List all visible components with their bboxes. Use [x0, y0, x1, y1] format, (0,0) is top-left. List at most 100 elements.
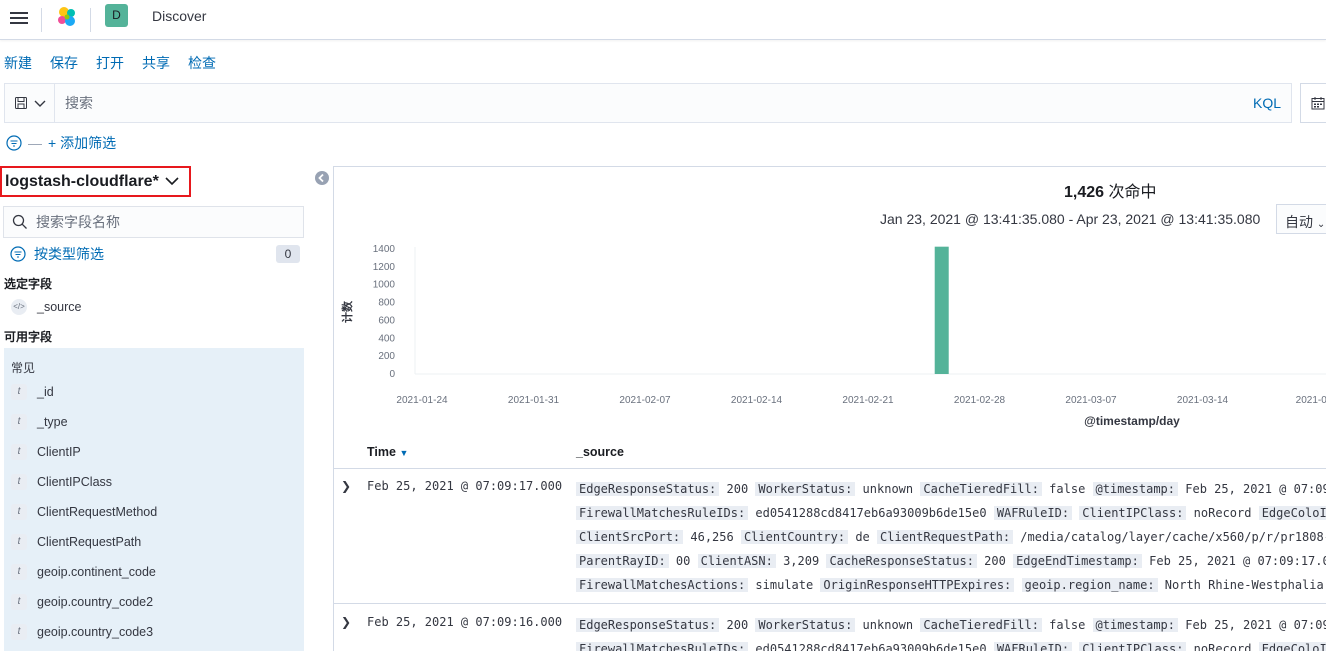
filter-options-icon[interactable]	[6, 135, 22, 151]
x-tick-label: 2021-01-24	[396, 395, 448, 406]
field-key: ClientASN:	[697, 554, 776, 568]
field-key: CacheTieredFill:	[920, 618, 1042, 632]
code-icon: </>	[11, 299, 27, 315]
field-value: ed0541288cd8417eb6a93009b6de15e0	[748, 506, 994, 520]
hits-count: 1,426 次命中	[1064, 178, 1157, 202]
filter-separator: —	[28, 135, 42, 151]
field-item[interactable]: t geoip.country_code2	[11, 594, 153, 610]
search-input[interactable]	[55, 84, 1253, 122]
interval-select[interactable]: 自动 ⌄	[1276, 204, 1326, 234]
elastic-logo[interactable]	[55, 5, 79, 29]
add-filter-button[interactable]: + 添加筛选	[48, 133, 116, 153]
x-tick-label: 2021-02-07	[619, 395, 671, 406]
field-name: geoip.country_code2	[37, 595, 154, 609]
field-key: CacheTieredFill:	[920, 482, 1042, 496]
x-tick-label: 2021-03	[1296, 395, 1326, 406]
space-avatar[interactable]: D	[105, 4, 128, 27]
field-key: ClientCountry:	[740, 530, 849, 544]
index-pattern-selector[interactable]: logstash-cloudflare*	[0, 166, 191, 197]
field-value: /media/catalog/layer/cache/x560/p/r/pr18…	[1013, 530, 1326, 544]
string-type-icon: t	[11, 444, 27, 460]
row-timestamp: Feb 25, 2021 @ 07:09:17.000	[367, 479, 563, 493]
string-type-icon: t	[11, 414, 27, 430]
open-button[interactable]: 打开	[96, 53, 124, 73]
field-key: WAFRuleID:	[993, 642, 1073, 651]
selected-field-source[interactable]: </> _source	[11, 299, 81, 315]
page-title: Discover	[152, 8, 207, 24]
save-button[interactable]: 保存	[50, 53, 78, 73]
share-button[interactable]: 共享	[142, 53, 170, 73]
x-tick-label: 2021-02-14	[731, 395, 783, 406]
field-key: FirewallMatchesRuleIDs:	[576, 506, 749, 520]
available-fields-title: 可用字段	[4, 330, 53, 344]
query-bar: KQL	[4, 83, 1292, 123]
string-type-icon: t	[11, 594, 27, 610]
field-key: FirewallMatchesActions:	[576, 578, 749, 592]
field-value	[1014, 578, 1021, 592]
x-tick-label: 2021-03-07	[1065, 395, 1117, 406]
string-type-icon: t	[11, 384, 27, 400]
x-axis-label: @timestamp/day	[1084, 414, 1180, 428]
new-button[interactable]: 新建	[4, 53, 32, 73]
field-value: unknown	[855, 482, 921, 496]
top-nav-menu: 新建 保存 打开 共享 检查	[4, 53, 216, 73]
hits-number: 1,426	[1064, 184, 1105, 201]
field-value: false	[1041, 618, 1093, 632]
table-header-divider	[334, 468, 1326, 469]
saved-query-button[interactable]	[5, 84, 55, 122]
filter-bar: — + 添加筛选	[6, 133, 116, 153]
field-item[interactable]: t ClientIP	[11, 444, 81, 460]
field-value: Feb 25, 2021 @ 07:09:1	[1185, 482, 1326, 496]
field-key: EdgeColoID	[1258, 642, 1326, 651]
inspect-button[interactable]: 检查	[188, 53, 216, 73]
query-language-toggle[interactable]: KQL	[1253, 95, 1291, 111]
filter-count-badge: 0	[276, 245, 300, 263]
histogram-chart[interactable]: 0 200 400 600 800 1000 1200 1400 计数 2021-01-24 202…	[340, 240, 1326, 432]
common-fields-label: 常见	[11, 361, 36, 375]
y-tick-label: 1000	[373, 280, 396, 291]
header-divider	[41, 8, 42, 32]
y-tick-label: 1400	[373, 244, 396, 255]
expand-row-button[interactable]: ❯	[341, 615, 351, 629]
top-header: D Discover	[0, 0, 1326, 40]
string-type-icon: t	[11, 564, 27, 580]
field-item[interactable]: t ClientRequestMethod	[11, 504, 157, 520]
field-key: CacheResponseStatus:	[826, 554, 977, 568]
menu-icon[interactable]	[10, 9, 28, 25]
filter-by-type-button[interactable]: 按类型筛选	[10, 244, 104, 264]
save-icon	[14, 97, 27, 109]
field-key: EdgeResponseStatus:	[576, 482, 720, 496]
field-item[interactable]: t geoip.continent_code	[11, 564, 156, 580]
source-line: ParentRayID: 00 ClientASN: 3,209 CacheRe…	[576, 554, 1326, 568]
row-timestamp: Feb 25, 2021 @ 07:09:16.000	[367, 615, 563, 629]
field-key: geoip.region_name:	[1021, 578, 1158, 592]
source-column-header: _source	[576, 445, 624, 459]
field-name: ClientIPClass	[37, 475, 113, 489]
chevron-down-icon: ⌄	[1316, 219, 1326, 230]
field-key: ClientRequestPath:	[877, 530, 1014, 544]
date-picker-button[interactable]	[1300, 83, 1326, 123]
chevron-down-icon	[165, 177, 179, 186]
field-value: 00	[668, 554, 698, 568]
field-item[interactable]: t _id	[11, 384, 54, 400]
chevron-left-icon	[318, 173, 324, 183]
field-key: ClientSrcPort:	[576, 530, 684, 544]
field-value: Feb 25, 2021 @ 07:09:1	[1185, 618, 1326, 632]
collapse-sidebar-button[interactable]	[315, 171, 329, 185]
field-name: _source	[37, 300, 82, 314]
x-tick-label: 2021-02-21	[842, 395, 894, 406]
field-item[interactable]: t _type	[11, 414, 68, 430]
field-value: noRecord	[1186, 506, 1259, 520]
source-line: FirewallMatchesRuleIDs: ed0541288cd8417e…	[576, 506, 1326, 520]
field-item[interactable]: t ClientRequestPath	[11, 534, 141, 550]
source-line: EdgeResponseStatus: 200 WorkerStatus: un…	[576, 482, 1326, 496]
time-column-header[interactable]: Time ▼	[367, 445, 408, 459]
search-icon	[12, 214, 27, 229]
field-item[interactable]: t ClientIPClass	[11, 474, 112, 490]
field-search-input[interactable]	[36, 214, 286, 230]
x-tick-label: 2021-01-31	[508, 395, 560, 406]
field-item[interactable]: t geoip.country_code3	[11, 624, 153, 640]
expand-row-button[interactable]: ❯	[341, 479, 351, 493]
field-key: EdgeResponseStatus:	[576, 618, 720, 632]
field-value: Feb 25, 2021 @ 07:09:17.000	[1141, 554, 1326, 568]
